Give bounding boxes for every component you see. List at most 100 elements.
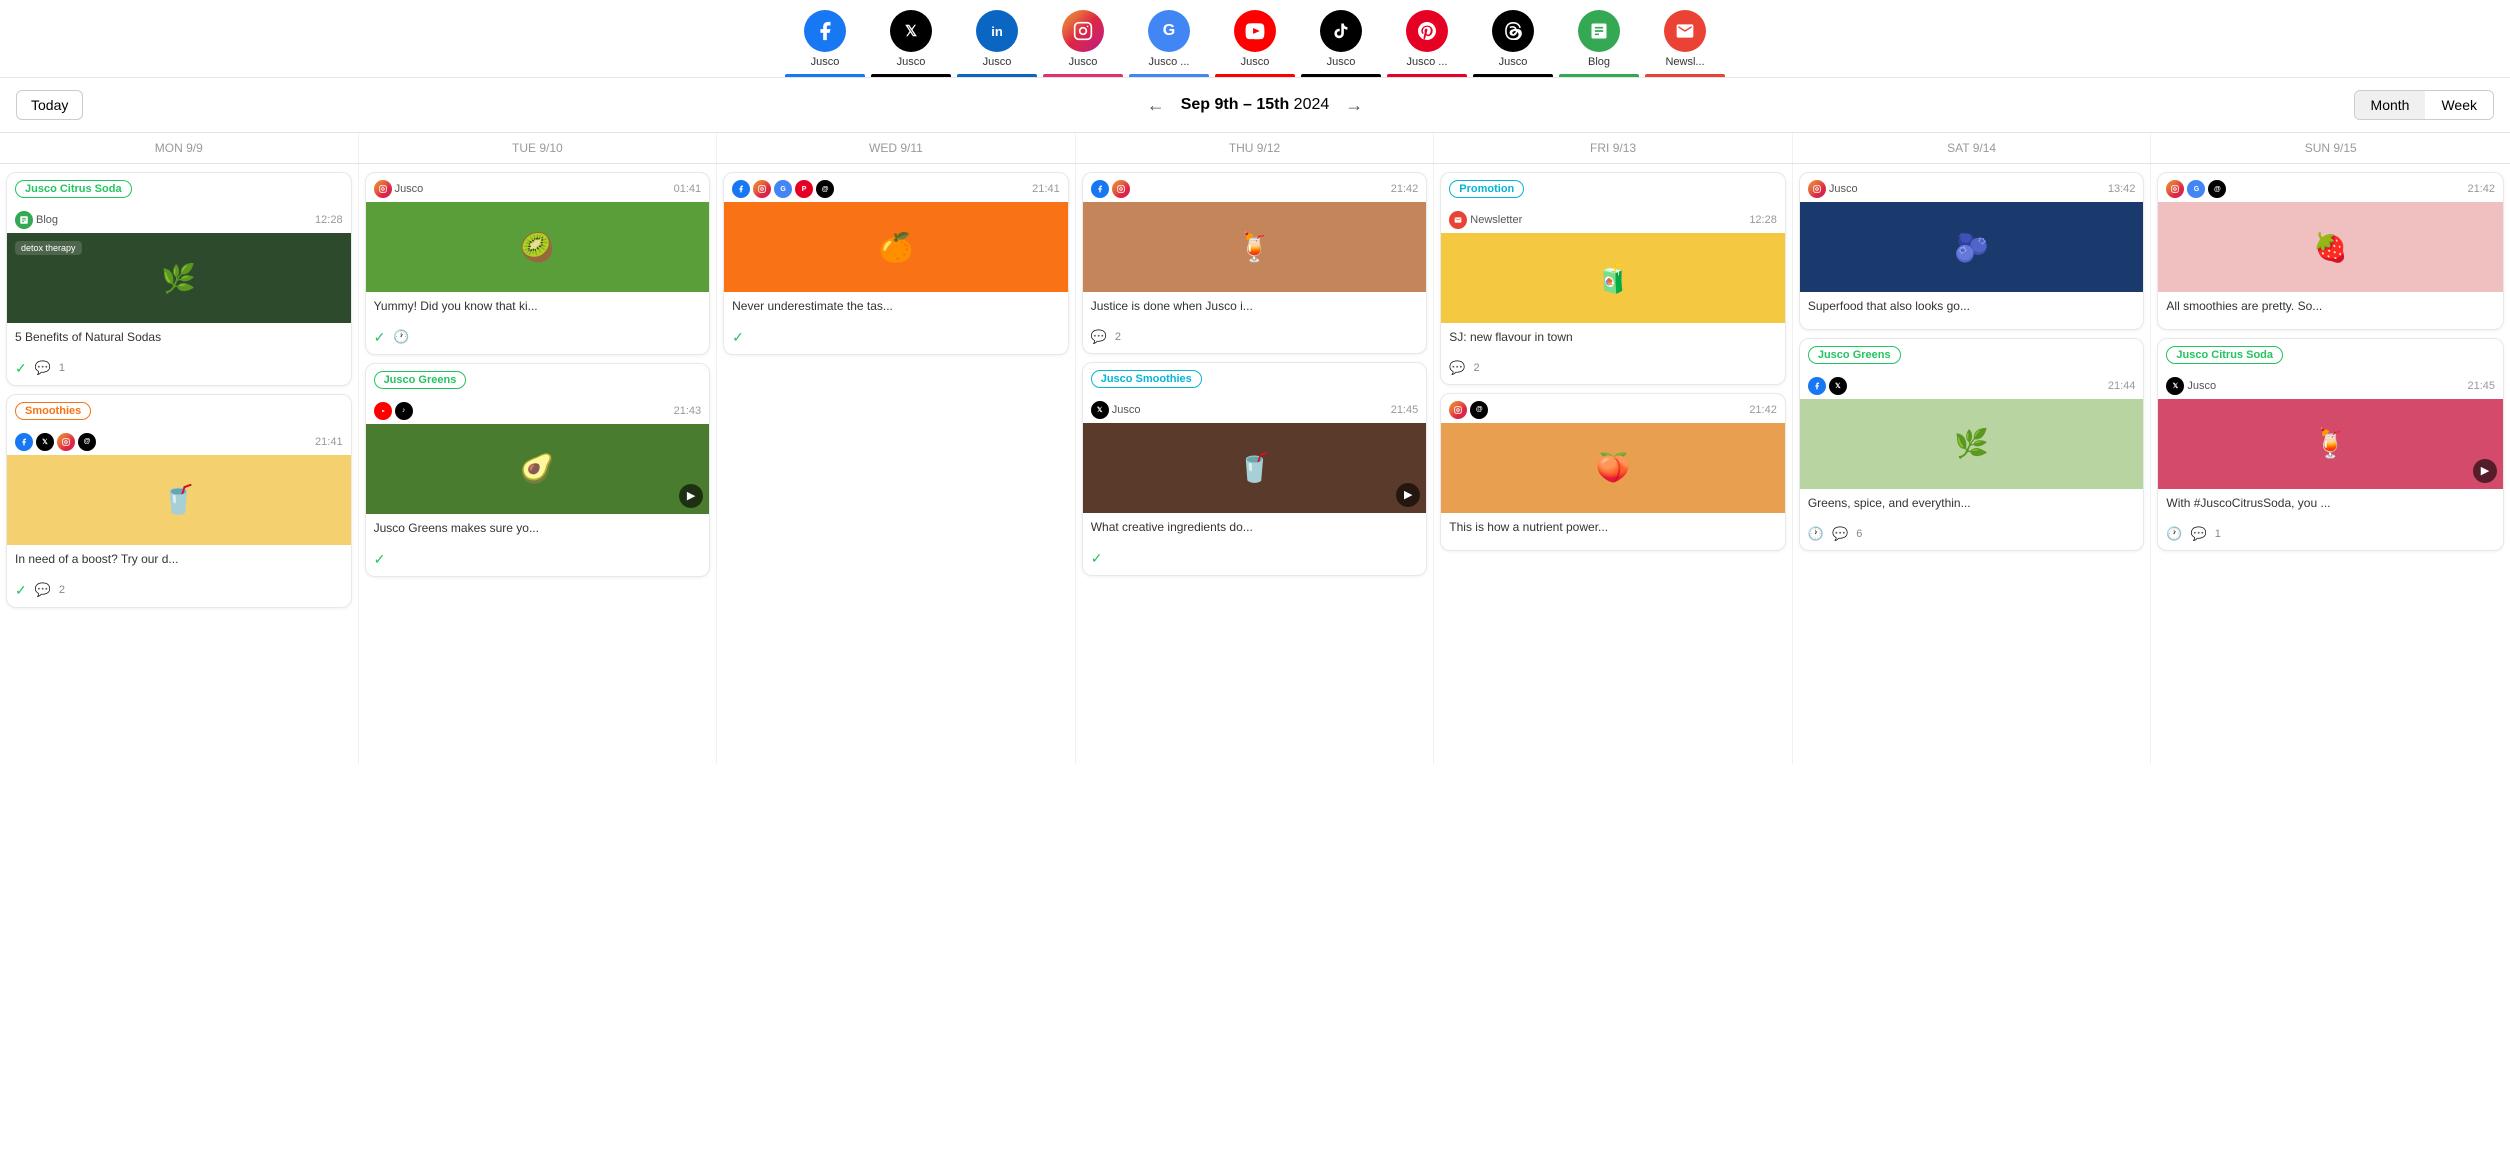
card-body: With #JuscoCitrusSoda, you ... xyxy=(2158,489,2503,526)
pinterest-icon xyxy=(1406,10,1448,52)
card-sun-2[interactable]: Jusco Citrus Soda 𝕏 Jusco 21:45 🍹 ▶ With… xyxy=(2157,338,2504,551)
card-tue-1[interactable]: Jusco 01:41 🥝 Yummy! Did you know that k… xyxy=(365,172,711,355)
card-footer: 💬 2 xyxy=(1083,329,1427,353)
google-icon: G xyxy=(1148,10,1190,52)
channel-twitter[interactable]: 𝕏 Jusco xyxy=(871,10,951,77)
nl-icon xyxy=(1449,211,1467,229)
clock-icon: 🕐 xyxy=(1808,526,1824,542)
comment-icon: 💬 xyxy=(35,360,51,376)
fb-icon xyxy=(732,180,750,198)
channel-blog[interactable]: Blog xyxy=(1559,10,1639,77)
card-text: Greens, spice, and everythin... xyxy=(1808,495,2136,512)
day-col-sat: Jusco 13:42 🫐 Superfood that also looks … xyxy=(1793,164,2152,764)
card-time: 21:42 xyxy=(1749,404,1777,416)
card-icons: Newsletter xyxy=(1449,211,1522,229)
month-view-button[interactable]: Month xyxy=(2355,91,2426,119)
card-image: 🍊 xyxy=(724,202,1068,292)
card-tue-2[interactable]: Jusco Greens ♪ 21:43 🥑 ▶ Jusco Greens ma… xyxy=(365,363,711,577)
channel-name: Newsletter xyxy=(1470,214,1522,226)
ig-icon xyxy=(374,180,392,198)
blog-social-icon xyxy=(15,211,33,229)
card-header: 21:42 xyxy=(1083,173,1427,202)
prev-arrow[interactable]: ← xyxy=(1147,95,1165,116)
card-mon-1[interactable]: Jusco Citrus Soda Blog 12:28 🌿 detox the… xyxy=(6,172,352,386)
card-footer: ✓ xyxy=(1083,550,1427,575)
card-time: 21:41 xyxy=(1032,183,1060,195)
card-icons xyxy=(1091,180,1130,198)
day-col-thu: 21:42 🍹 Justice is done when Jusco i... … xyxy=(1076,164,1435,764)
card-body: Never underestimate the tas... xyxy=(724,292,1068,329)
twitter-icon: 𝕏 xyxy=(890,10,932,52)
channel-facebook[interactable]: Jusco xyxy=(785,10,865,77)
card-sun-1[interactable]: G @ 21:42 🍓 All smoothies are pretty. So… xyxy=(2157,172,2504,330)
channel-linkedin[interactable]: in Jusco xyxy=(957,10,1037,77)
card-icons: 𝕏 @ xyxy=(15,433,96,451)
card-header: 𝕏 21:44 xyxy=(1800,370,2144,399)
clock-icon: 🕐 xyxy=(393,329,409,345)
badge-citrus-soda: Jusco Citrus Soda xyxy=(15,180,132,198)
g-icon: G xyxy=(774,180,792,198)
threads-icon5: @ xyxy=(2208,180,2226,198)
card-image: 🌿 detox therapy xyxy=(7,233,351,323)
card-body: Greens, spice, and everythin... xyxy=(1800,489,2144,526)
ig-icon3 xyxy=(1808,180,1826,198)
channel-youtube[interactable]: Jusco xyxy=(1215,10,1295,77)
today-button[interactable]: Today xyxy=(16,90,83,120)
card-sat-2[interactable]: Jusco Greens 𝕏 21:44 🌿 Greens, spice, an… xyxy=(1799,338,2145,551)
card-icons: Jusco xyxy=(1808,180,1858,198)
card-time: 21:41 xyxy=(315,436,343,448)
card-thu-1[interactable]: 21:42 🍹 Justice is done when Jusco i... … xyxy=(1082,172,1428,354)
day-header-wed: WED 9/11 xyxy=(717,133,1076,163)
tt-icon: ♪ xyxy=(395,402,413,420)
channel-tiktok-label: Jusco xyxy=(1301,56,1381,68)
video-badge2: ▶ xyxy=(2473,459,2497,483)
card-body: Justice is done when Jusco i... xyxy=(1083,292,1427,329)
channel-google[interactable]: G Jusco ... xyxy=(1129,10,1209,77)
card-image: 🍓 xyxy=(2158,202,2503,292)
day-col-sun: G @ 21:42 🍓 All smoothies are pretty. So… xyxy=(2151,164,2510,764)
week-view-button[interactable]: Week xyxy=(2425,91,2493,119)
channel-newsletter[interactable]: Newsl... xyxy=(1645,10,1725,77)
day-header-sat: SAT 9/14 xyxy=(1793,133,2152,163)
card-footer: ✓ xyxy=(366,551,710,576)
channel-threads[interactable]: Jusco xyxy=(1473,10,1553,77)
card-header: 𝕏 Jusco 21:45 xyxy=(2158,370,2503,399)
badge-greens2: Jusco Greens xyxy=(1808,346,1901,364)
card-time: 21:43 xyxy=(674,405,702,417)
card-image: 🍑 xyxy=(1441,423,1785,513)
day-header-tue: TUE 9/10 xyxy=(359,133,718,163)
check-icon: ✓ xyxy=(1091,550,1103,567)
card-footer: 🕐 💬 6 xyxy=(1800,526,2144,550)
card-header: G P @ 21:41 xyxy=(724,173,1068,202)
card-icons: Jusco xyxy=(374,180,424,198)
channel-tiktok[interactable]: Jusco xyxy=(1301,10,1381,77)
card-header: Jusco 13:42 xyxy=(1800,173,2144,202)
card-header: Blog 12:28 xyxy=(7,204,351,233)
card-footer: ✓ 🕐 xyxy=(366,329,710,354)
card-fri-1[interactable]: Promotion Newsletter 12:28 🧃 SJ: new fla… xyxy=(1440,172,1786,385)
fb-icon xyxy=(15,433,33,451)
channel-instagram[interactable]: Jusco xyxy=(1043,10,1123,77)
comment-icon: 💬 xyxy=(1091,329,1107,345)
ig-icon4 xyxy=(2166,180,2184,198)
check-icon: ✓ xyxy=(374,551,386,568)
next-arrow[interactable]: → xyxy=(1345,95,1363,116)
channel-pinterest[interactable]: Jusco ... xyxy=(1387,10,1467,77)
card-image: 🍹 xyxy=(1083,202,1427,292)
card-fri-2[interactable]: @ 21:42 🍑 This is how a nutrient power..… xyxy=(1440,393,1786,551)
ig-icon xyxy=(57,433,75,451)
card-mon-2[interactable]: Smoothies 𝕏 @ 21:41 🥤 In need of a boost… xyxy=(6,394,352,608)
card-wed-1[interactable]: G P @ 21:41 🍊 Never underestimate the ta… xyxy=(723,172,1069,355)
card-time: 12:28 xyxy=(1749,214,1777,226)
fb-icon xyxy=(1091,180,1109,198)
ig-icon xyxy=(753,180,771,198)
newsletter-icon xyxy=(1664,10,1706,52)
threads-icon3: @ xyxy=(816,180,834,198)
card-sat-1[interactable]: Jusco 13:42 🫐 Superfood that also looks … xyxy=(1799,172,2145,330)
card-thu-2[interactable]: Jusco Smoothies 𝕏 Jusco 21:45 🥤 ▶ What c… xyxy=(1082,362,1428,576)
card-text: Jusco Greens makes sure yo... xyxy=(374,520,702,537)
check-icon: ✓ xyxy=(374,329,386,346)
card-icons: G P @ xyxy=(732,180,834,198)
card-footer: ✓ 💬 1 xyxy=(7,360,351,385)
card-text: All smoothies are pretty. So... xyxy=(2166,298,2495,315)
